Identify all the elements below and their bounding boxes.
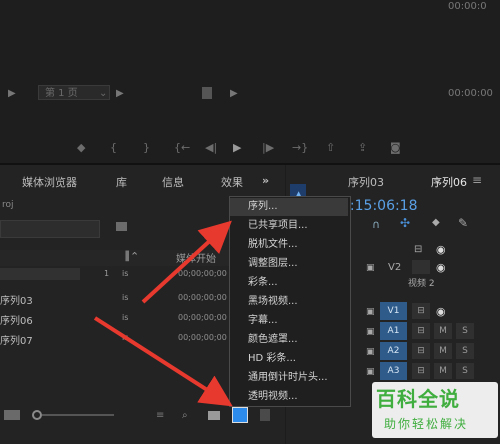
annotation-arrows xyxy=(93,220,233,407)
watermark-title: 百科全说 xyxy=(376,387,460,411)
watermark-subtitle: 助你轻松解决 xyxy=(384,417,469,431)
arrow-to-new-item xyxy=(93,316,233,407)
arrow-to-menu xyxy=(141,220,232,304)
